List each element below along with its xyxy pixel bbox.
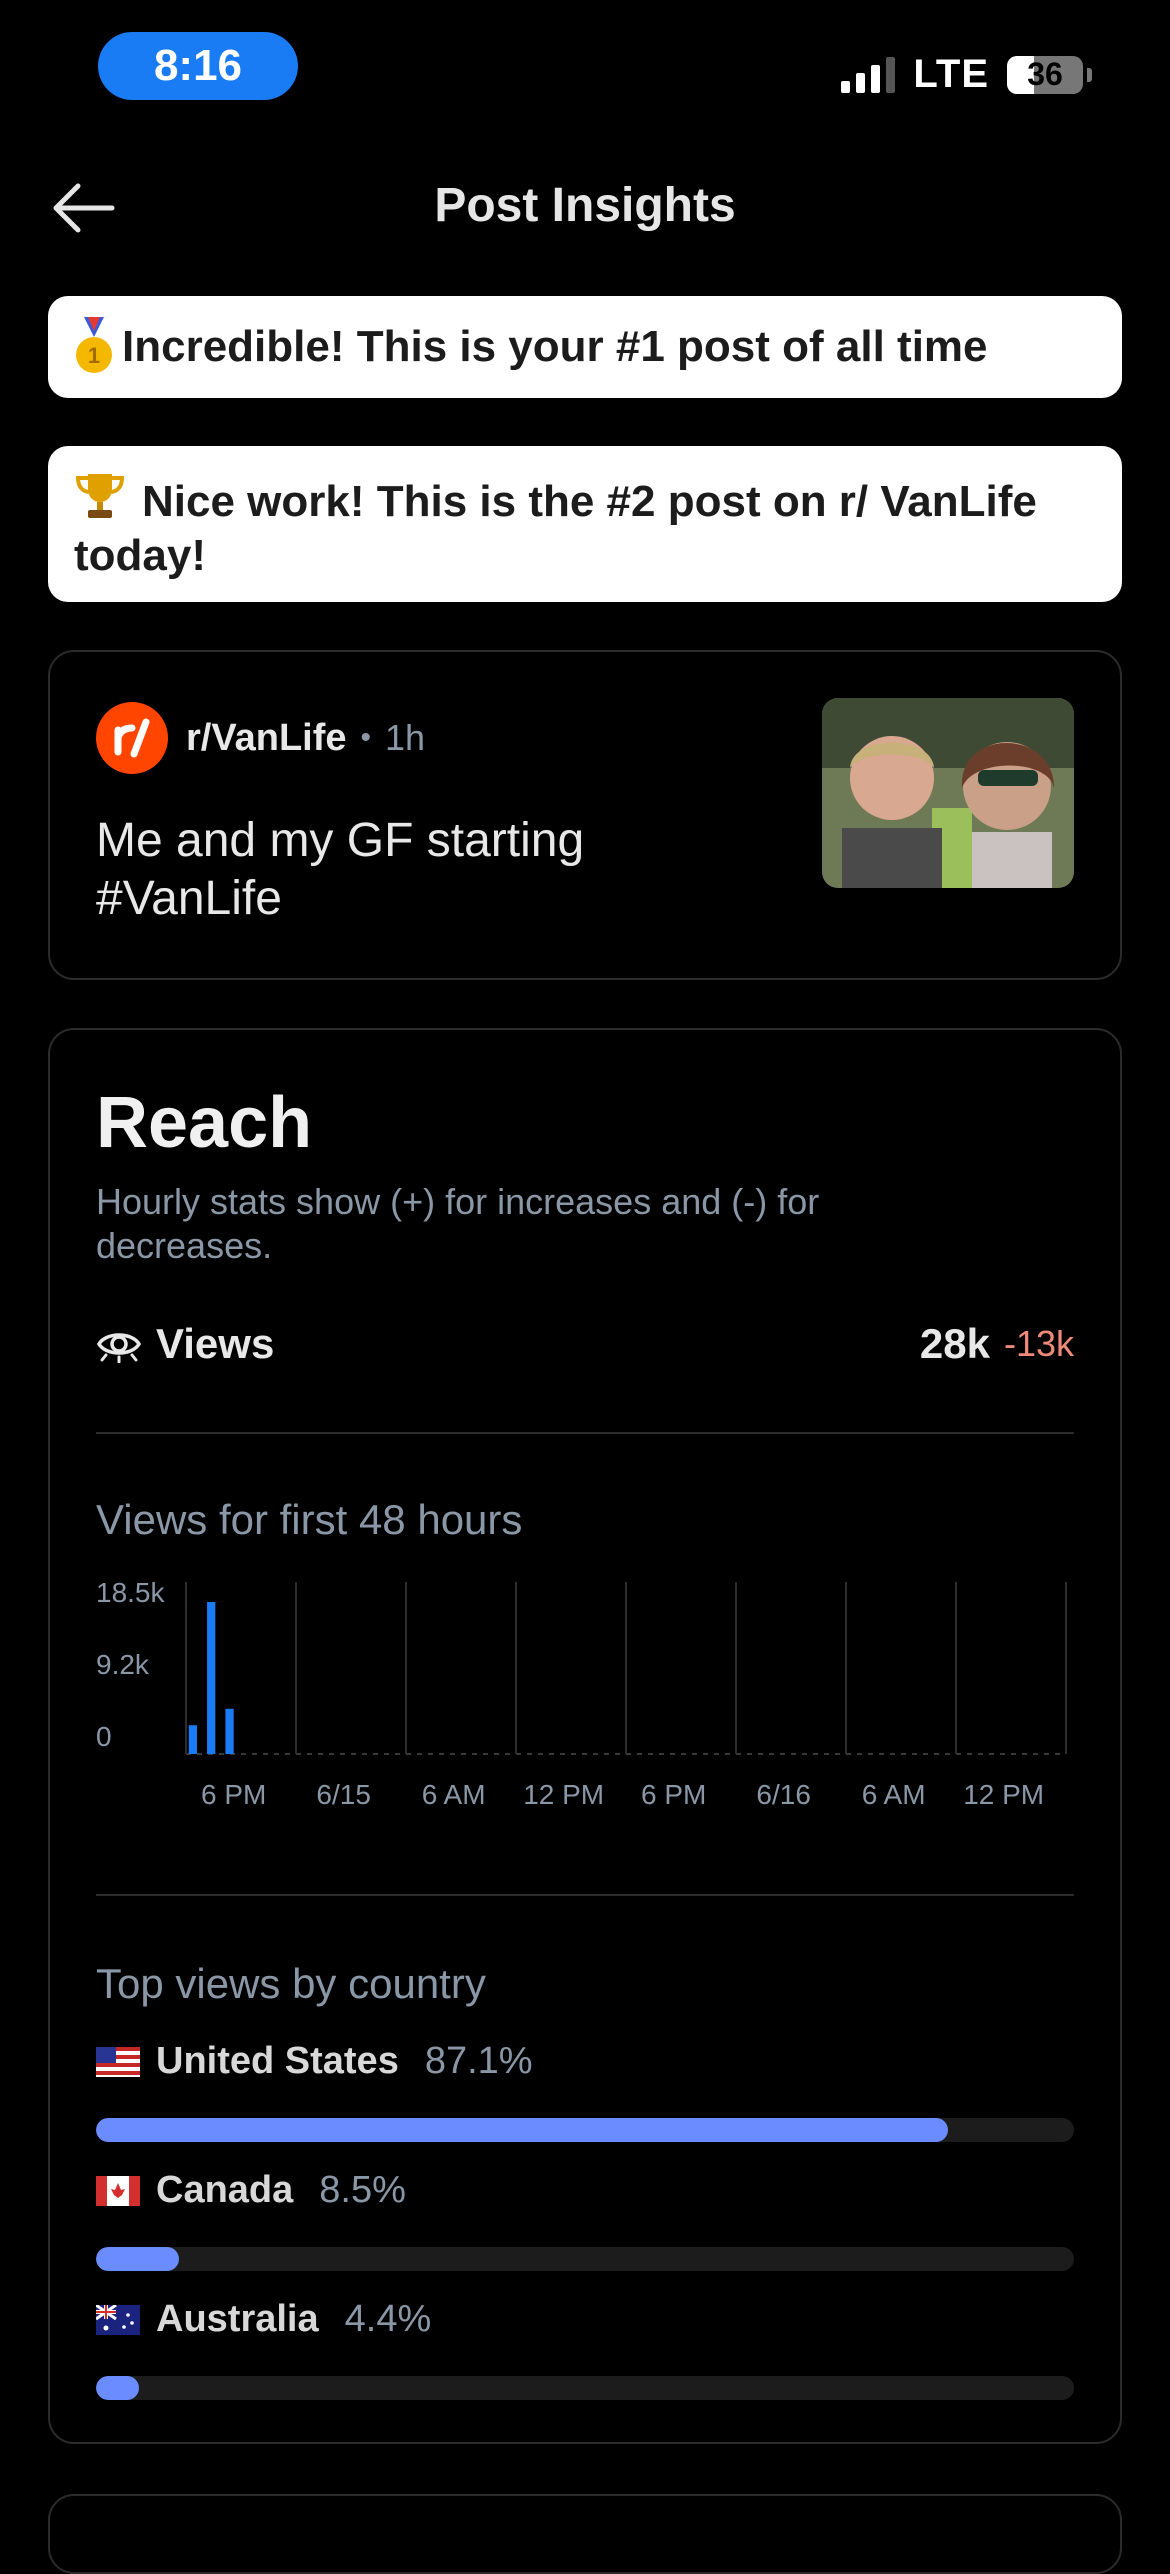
subreddit-rank-text: Nice work! This is the #2 post on r/ Van… — [74, 477, 1037, 580]
countries-title: Top views by country — [96, 1960, 486, 2007]
y-tick-label: 9.2k — [96, 1649, 150, 1680]
svg-text:1: 1 — [88, 343, 100, 368]
page-title: Post Insights — [434, 179, 736, 232]
subreddit-icon — [96, 702, 168, 774]
country-name: United States — [156, 2040, 399, 2082]
country-item-united-states: United States 87.1% — [96, 2040, 1074, 2142]
post-age: 1h — [385, 717, 426, 758]
subreddit-name[interactable]: r/VanLife — [186, 717, 347, 760]
x-tick-label: 6/16 — [756, 1779, 811, 1810]
x-tick-label: 12 PM — [963, 1779, 1044, 1810]
status-indicators: LTE 36 — [841, 52, 1092, 97]
au-flag-icon — [96, 2304, 140, 2335]
eye-icon — [96, 1333, 142, 1363]
views-value: 28k — [919, 1320, 990, 1367]
divider — [96, 1894, 1074, 1896]
x-tick-label: 6 PM — [201, 1779, 266, 1810]
chart-bar — [225, 1708, 234, 1754]
y-tick-label: 18.5k — [96, 1582, 165, 1608]
status-time: 8:16 — [98, 32, 298, 100]
battery-level: 36 — [1027, 56, 1063, 92]
views-chart: 18.5k 9.2k 0 6 PM 6/15 6 AM 12 PM 6 PM 6/16 6 AM 1… — [96, 1582, 1067, 1810]
divider — [96, 1432, 1074, 1434]
country-percent: 8.5% — [319, 2169, 406, 2211]
country-bar-track — [96, 2118, 1074, 2142]
chart-bar — [207, 1602, 216, 1754]
country-item-australia: Australia 4.4% — [96, 2298, 1074, 2400]
reach-title: Reach — [96, 1083, 313, 1163]
post-title: Me and my GF starting #VanLife — [96, 814, 585, 925]
top-post-banner: 1 Incredible! This is your #1 post of al… — [48, 296, 1122, 398]
subreddit-row: r/VanLife • 1h — [96, 702, 425, 774]
country-name: Australia — [156, 2298, 319, 2340]
separator-dot: • — [360, 721, 372, 754]
views-row: Views 28k -13k — [96, 1320, 1074, 1368]
country-bar-fill — [96, 2247, 180, 2271]
country-bar-track — [96, 2247, 1074, 2271]
medal-icon: 1 — [76, 317, 112, 373]
chart-title: Views for first 48 hours — [96, 1496, 523, 1543]
country-bar-fill — [96, 2376, 140, 2400]
trophy-icon — [75, 474, 125, 518]
post-card[interactable]: r/VanLife • 1h Me and my GF starting #Va… — [48, 650, 1122, 980]
country-bar-fill — [96, 2118, 948, 2142]
signal-icon — [841, 56, 896, 93]
reach-card: Reach Hourly stats show (+) for increase… — [48, 1028, 1122, 2444]
chart-bar — [188, 1725, 197, 1754]
x-tick-label: 6 PM — [641, 1779, 706, 1810]
country-bar-track — [96, 2376, 1074, 2400]
network-label: LTE — [913, 52, 989, 96]
us-flag-icon — [96, 2046, 140, 2077]
battery-icon: 36 — [1007, 55, 1083, 94]
ca-flag-icon — [96, 2175, 140, 2206]
x-tick-label: 6/15 — [316, 1779, 371, 1810]
x-tick-label: 6 AM — [862, 1779, 926, 1810]
next-card — [48, 2494, 1122, 2574]
y-tick-label: 0 — [96, 1721, 112, 1752]
country-percent: 87.1% — [424, 2040, 533, 2082]
views-label: Views — [156, 1320, 275, 1367]
top-post-text: Incredible! This is your #1 post of all … — [122, 322, 988, 371]
x-tick-label: 6 AM — [422, 1779, 486, 1810]
subreddit-rank-banner: Nice work! This is the #2 post on r/ Van… — [48, 446, 1122, 602]
country-name: Canada — [156, 2169, 294, 2211]
post-thumbnail[interactable] — [822, 698, 1074, 888]
country-item-canada: Canada 8.5% — [96, 2169, 1074, 2271]
x-tick-label: 12 PM — [523, 1779, 604, 1810]
views-delta: -13k — [1003, 1323, 1074, 1364]
country-percent: 4.4% — [344, 2298, 432, 2340]
reach-subtitle: Hourly stats show (+) for increases and … — [96, 1181, 820, 1266]
